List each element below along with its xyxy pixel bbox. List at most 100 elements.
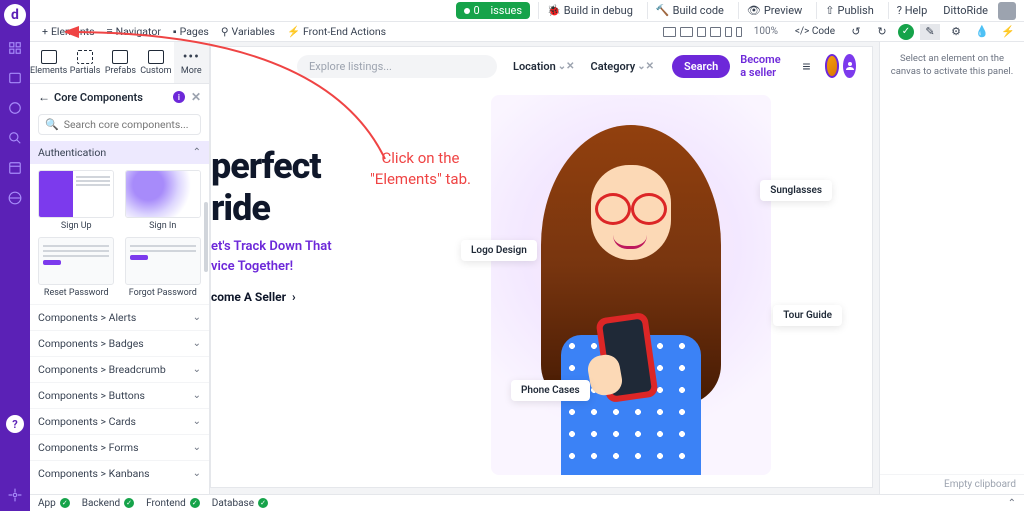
chevron-x-icon: ⌄✕ (637, 61, 654, 72)
settings-tool[interactable]: ⚙ (946, 24, 966, 40)
status-ok-icon: ✓ (60, 498, 70, 508)
shelf-elements[interactable]: Elements (30, 42, 67, 83)
status-check-icon[interactable]: ✓ (898, 24, 914, 40)
section-cards[interactable]: Components > Cards⌄ (30, 408, 209, 434)
section-buttons[interactable]: Components > Buttons⌄ (30, 382, 209, 408)
app-logo[interactable]: d (4, 4, 26, 26)
hero-subtitle: et's Track Down Thatvice Together! (211, 237, 361, 276)
shelf-prefabs[interactable]: Prefabs (103, 42, 138, 83)
zoom-level[interactable]: 100% (754, 26, 778, 37)
undo-button[interactable]: ↺ (846, 24, 866, 40)
rail-settings-icon[interactable] (7, 487, 23, 503)
device-tablet2-icon[interactable] (710, 27, 721, 37)
label-phone-cases[interactable]: Phone Cases (511, 380, 590, 401)
thumb-signup[interactable]: Sign Up (36, 170, 117, 231)
issues-dot-icon (464, 8, 470, 14)
edit-tool[interactable]: ✎ (920, 24, 940, 40)
build-debug-button[interactable]: 🐞Build in debug (538, 2, 639, 19)
category-filter[interactable]: Category⌄✕ (591, 60, 654, 73)
explore-search[interactable]: Explore listings... (297, 55, 497, 78)
label-tour-guide[interactable]: Tour Guide (773, 305, 842, 326)
device-mobile-icon[interactable] (725, 27, 732, 37)
component-search[interactable]: 🔍 (38, 114, 201, 135)
prefabs-icon (112, 50, 128, 64)
rail-icon-5[interactable] (7, 160, 23, 176)
device-mobile2-icon[interactable] (736, 27, 742, 37)
build-code-button[interactable]: 🔨Build code (647, 2, 730, 19)
chevron-up-icon: ⌃ (193, 147, 201, 158)
redo-button[interactable]: ↻ (872, 24, 892, 40)
rail-icon-6[interactable] (7, 190, 23, 206)
panel-scroll[interactable]: Authentication⌃ Sign Up Sign In Reset Pa… (30, 141, 209, 494)
hammer-icon: 🔨 (656, 4, 670, 17)
annotation-text: Click on the"Elements" tab. (370, 148, 471, 191)
device-desktop-icon[interactable] (663, 27, 676, 37)
status-backend[interactable]: Backend✓ (82, 498, 134, 509)
rail-help-icon[interactable]: ? (6, 415, 24, 433)
publish-button[interactable]: ⇧Publish (816, 2, 879, 19)
panel-scrollbar[interactable] (204, 202, 208, 272)
issues-pill[interactable]: 0 issues (456, 2, 531, 19)
thumb-forgot[interactable]: Forgot Password (123, 237, 204, 298)
location-filter[interactable]: Location⌄✕ (513, 60, 575, 73)
back-icon[interactable]: ← (38, 90, 50, 104)
status-frontend[interactable]: Frontend✓ (146, 498, 200, 509)
search-button[interactable]: Search (672, 55, 730, 78)
list-icon: ≡ (107, 25, 113, 38)
link-icon: ⚲ (221, 25, 229, 38)
user-avatar-circle[interactable] (843, 54, 856, 78)
help-button[interactable]: ? Help (888, 2, 933, 19)
page-header: Explore listings... Location⌄✕ Category⌄… (211, 47, 872, 85)
user-avatar-photo[interactable] (825, 54, 840, 78)
drop-tool[interactable]: 💧 (972, 24, 992, 40)
menu-icon[interactable]: ≡ (802, 58, 810, 75)
device-laptop-icon[interactable] (680, 27, 693, 37)
device-tablet-icon[interactable] (697, 27, 706, 37)
close-panel-icon[interactable]: ✕ (191, 90, 201, 104)
canvas[interactable]: Explore listings... Location⌄✕ Category⌄… (210, 42, 879, 494)
become-seller-link[interactable]: Become a seller (740, 53, 782, 79)
section-breadcrumb[interactable]: Components > Breadcrumb⌄ (30, 356, 209, 382)
label-logo-design[interactable]: Logo Design (461, 240, 537, 261)
flash-tool[interactable]: ⚡ (998, 24, 1018, 40)
component-search-input[interactable] (64, 118, 198, 131)
user-avatar[interactable] (998, 2, 1016, 20)
section-forms[interactable]: Components > Forms⌄ (30, 434, 209, 460)
rail-icon-4[interactable] (7, 130, 23, 146)
status-expand-icon[interactable]: ⌃ (1008, 498, 1016, 509)
custom-icon (148, 50, 164, 64)
rail-icon-1[interactable] (7, 40, 23, 56)
status-database[interactable]: Database✓ (212, 498, 268, 509)
preview-button[interactable]: 👁Preview (738, 2, 808, 19)
info-icon[interactable]: i (173, 91, 185, 103)
code-toggle[interactable]: </> Code (790, 25, 840, 38)
thumb-signin[interactable]: Sign In (123, 170, 204, 231)
section-authentication[interactable]: Authentication⌃ (30, 141, 209, 164)
editor-toolbar: +Elements ≡Navigator ▪Pages ⚲Variables ⚡… (30, 22, 1024, 42)
section-alerts[interactable]: Components > Alerts⌄ (30, 304, 209, 330)
become-seller-cta[interactable]: come A Seller› (211, 290, 361, 304)
shelf-more[interactable]: •••More (174, 42, 209, 83)
upload-icon: ⇧ (825, 4, 834, 17)
panel-title: Core Components (54, 91, 143, 104)
app-name-label: DittoRide (937, 2, 994, 19)
variables-tab[interactable]: ⚲Variables (215, 23, 281, 40)
rendered-page[interactable]: Explore listings... Location⌄✕ Category⌄… (210, 46, 873, 488)
status-app[interactable]: App✓ (38, 498, 70, 509)
rail-icon-2[interactable] (7, 70, 23, 86)
navigator-tab[interactable]: ≡Navigator (101, 23, 167, 40)
shelf-partials[interactable]: Partials (67, 42, 102, 83)
label-sunglasses[interactable]: Sunglasses (760, 180, 832, 201)
section-kanbans[interactable]: Components > Kanbans⌄ (30, 460, 209, 486)
properties-empty-message: Select an element on the canvas to activ… (880, 42, 1024, 89)
rail-icon-3[interactable] (7, 100, 23, 116)
elements-tab[interactable]: +Elements (36, 23, 101, 40)
frontend-actions-tab[interactable]: ⚡Front-End Actions (281, 23, 392, 40)
pages-tab[interactable]: ▪Pages (167, 23, 215, 40)
partials-icon (77, 50, 93, 64)
status-ok-icon: ✓ (258, 498, 268, 508)
shelf-custom[interactable]: Custom (138, 42, 173, 83)
thumb-reset[interactable]: Reset Password (36, 237, 117, 298)
hero-section: perfect ride et's Track Down Thatvice To… (211, 85, 872, 487)
section-badges[interactable]: Components > Badges⌄ (30, 330, 209, 356)
